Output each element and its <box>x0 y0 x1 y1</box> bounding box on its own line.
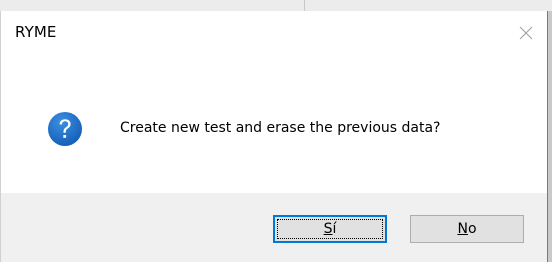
dialog-content: Create new test and erase the previous d… <box>1 55 547 193</box>
yes-button[interactable]: Sí <box>273 215 387 243</box>
message-dialog: RYME Create new test and erase the previ… <box>0 11 548 262</box>
dialog-message: Create new test and erase the previous d… <box>120 120 441 136</box>
title-bar[interactable]: RYME <box>1 11 547 55</box>
background-divider <box>304 0 305 11</box>
window-title: RYME <box>15 23 57 41</box>
yes-label-rest: í <box>332 221 337 237</box>
yes-mnemonic: S <box>323 221 333 237</box>
close-icon <box>519 26 533 40</box>
no-button-label: No <box>457 221 476 237</box>
button-bar: Sí No <box>1 193 547 262</box>
close-button[interactable] <box>505 11 547 55</box>
no-button[interactable]: No <box>410 215 524 243</box>
no-label-rest: o <box>467 221 477 237</box>
background-window-strip <box>0 0 552 11</box>
question-icon <box>48 112 82 146</box>
yes-button-label: Sí <box>324 221 337 237</box>
no-mnemonic: N <box>457 221 468 237</box>
